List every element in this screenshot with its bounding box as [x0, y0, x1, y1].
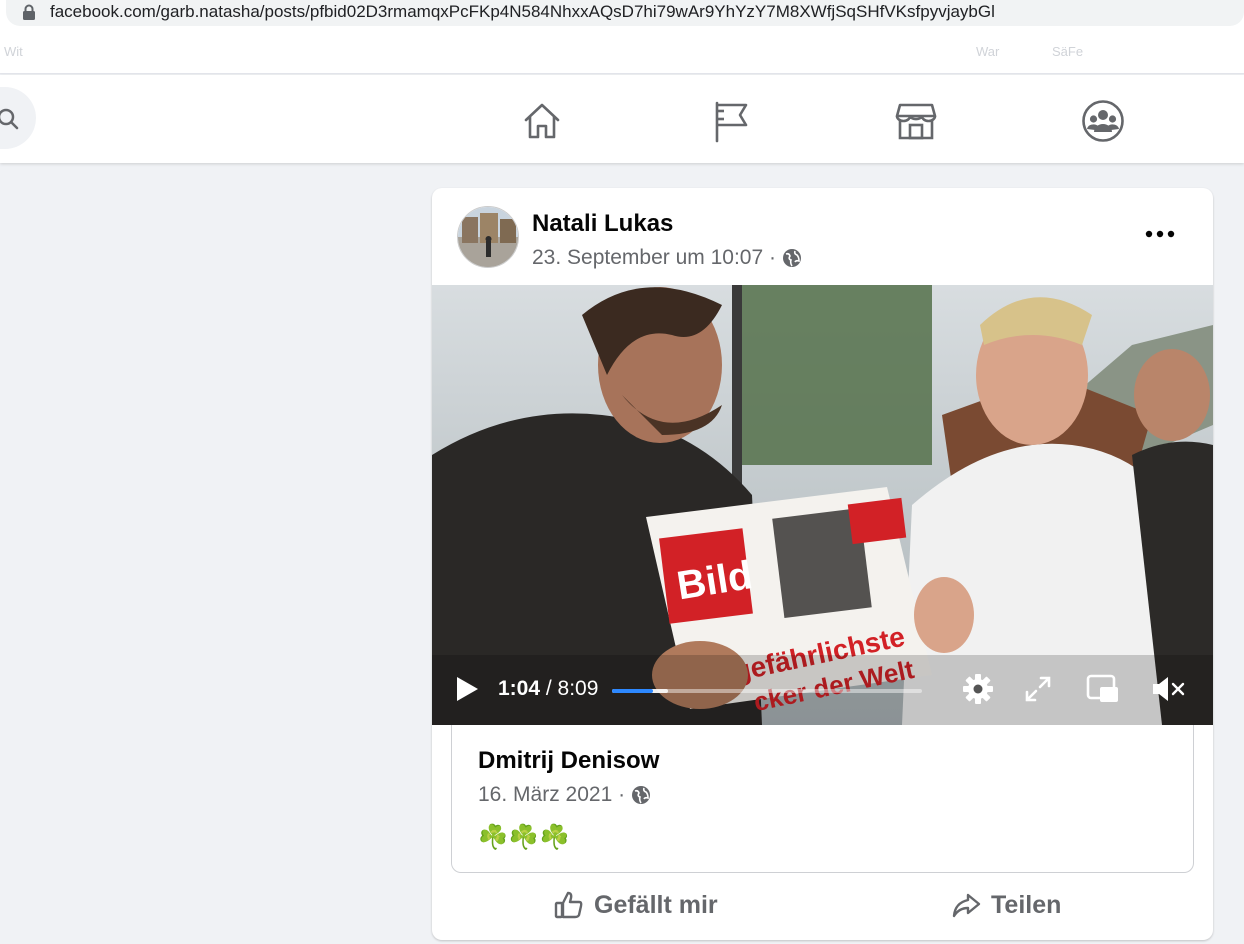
picture-in-picture-icon — [1086, 674, 1118, 702]
video-time-separator: / — [540, 677, 558, 700]
video-duration: 8:09 — [557, 677, 599, 700]
thumbs-up-icon — [554, 891, 583, 919]
nav-pages-button[interactable] — [708, 99, 752, 143]
shared-post-text: ☘️☘️☘️ — [478, 824, 571, 851]
share-arrow-icon — [952, 893, 981, 918]
post-timestamp[interactable]: 23. September um 10:07 · — [532, 246, 776, 270]
bookmark-item[interactable]: War — [976, 44, 999, 59]
bookmarks-bar: Wit War SäFe — [0, 30, 1244, 74]
globe-icon — [632, 786, 651, 804]
bookmark-item[interactable]: Wit — [4, 44, 23, 59]
unmute-button[interactable] — [1150, 671, 1186, 707]
post-action-bar: Gefällt mir Teilen — [432, 878, 1213, 934]
marketplace-icon — [895, 103, 937, 140]
picture-in-picture-button[interactable] — [1085, 671, 1121, 707]
fullscreen-icon — [1025, 676, 1051, 702]
more-options-icon[interactable] — [1144, 224, 1176, 244]
globe-icon — [782, 249, 801, 267]
browser-address-bar[interactable]: facebook.com/garb.natasha/posts/pfbid02D… — [0, 0, 1244, 30]
post-card: Natali Lukas 23. September um 10:07 · Bi… — [432, 188, 1213, 940]
bookmark-item[interactable]: SäFe — [1052, 44, 1083, 59]
nav-home-button[interactable] — [520, 99, 564, 143]
muted-speaker-icon — [1153, 677, 1185, 701]
video-current-time: 1:04 — [498, 677, 541, 700]
avatar[interactable] — [457, 206, 519, 268]
gear-icon — [963, 674, 993, 704]
video-progress-fill — [612, 689, 653, 693]
url-text[interactable]: facebook.com/garb.natasha/posts/pfbid02D… — [50, 2, 995, 22]
video-controls: 1:04 / 8:09 — [432, 655, 1213, 725]
post-meta: 23. September um 10:07 · — [532, 246, 802, 270]
like-button[interactable]: Gefällt mir — [554, 882, 718, 928]
lock-icon — [23, 4, 35, 20]
post-author-name[interactable]: Natali Lukas — [532, 210, 673, 238]
video-time: 1:04 / 8:09 — [498, 677, 598, 701]
shared-post[interactable]: Dmitrij Denisow 16. März 2021 · ☘️☘️☘️ — [451, 725, 1194, 873]
video-player[interactable]: Bild gefährlichste cker der Welt 1:04 / … — [432, 285, 1213, 725]
groups-icon — [1082, 100, 1124, 142]
share-button[interactable]: Teilen — [951, 882, 1061, 928]
nav-marketplace-button[interactable] — [894, 99, 938, 143]
shared-post-timestamp[interactable]: 16. März 2021 · — [478, 783, 625, 807]
facebook-top-nav — [0, 75, 1244, 163]
like-label: Gefällt mir — [594, 890, 718, 919]
settings-button[interactable] — [960, 671, 996, 707]
video-progress-bar[interactable] — [612, 689, 922, 693]
play-icon[interactable] — [454, 675, 480, 703]
search-icon — [0, 108, 19, 130]
share-label: Teilen — [991, 890, 1062, 919]
shared-post-author[interactable]: Dmitrij Denisow — [478, 747, 659, 775]
fullscreen-button[interactable] — [1020, 671, 1056, 707]
avatar-photo — [458, 207, 518, 267]
pages-flag-icon — [715, 101, 748, 143]
shared-post-meta: 16. März 2021 · — [478, 783, 651, 807]
home-icon — [524, 103, 560, 139]
nav-groups-button[interactable] — [1081, 99, 1125, 143]
